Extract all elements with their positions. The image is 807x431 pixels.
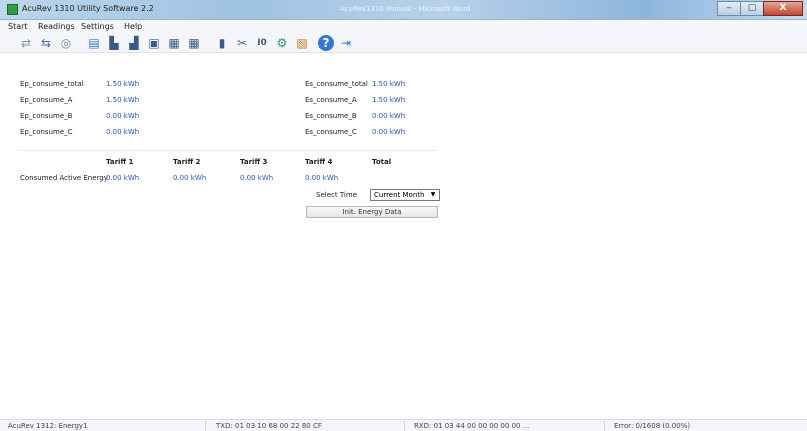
realtime-chart-icon[interactable]: ▤ bbox=[86, 35, 102, 51]
tariff-1-header: Tariff 1 bbox=[106, 158, 134, 166]
tariff-3-header: Tariff 3 bbox=[240, 158, 268, 166]
status-txd: TXD: 01 03 10 68 00 22 80 CF bbox=[216, 422, 322, 430]
es-c-value: 0.00 kWh bbox=[372, 128, 406, 136]
status-separator bbox=[604, 421, 605, 431]
search-device-icon[interactable]: ◎ bbox=[58, 35, 74, 51]
tariff-3-value: 0.00 kWh bbox=[240, 174, 274, 182]
disconnect-icon[interactable]: ⇆ bbox=[38, 35, 54, 51]
menu-bar: Start Readings Settings Help bbox=[0, 20, 807, 33]
maximize-button[interactable]: ▢ bbox=[740, 1, 764, 16]
device-icon[interactable]: ▮ bbox=[214, 35, 230, 51]
es-b-label: Es_consume_B bbox=[305, 112, 357, 120]
tariff-4-value: 0.00 kWh bbox=[305, 174, 339, 182]
energy-icon[interactable]: ▙ bbox=[106, 35, 122, 51]
es-a-value: 1.50 kWh bbox=[372, 96, 406, 104]
connect-icon[interactable]: ⇄ bbox=[18, 35, 34, 51]
demand-icon[interactable]: ▟ bbox=[126, 35, 142, 51]
menu-readings[interactable]: Readings bbox=[38, 22, 75, 31]
status-bar: AcuRev 1312: Energy1 TXD: 01 03 10 68 00… bbox=[0, 419, 807, 431]
ep-b-label: Ep_consume_B bbox=[20, 112, 73, 120]
select-time-dropdown[interactable]: Current Month ▼ bbox=[370, 189, 440, 201]
ep-c-label: Ep_consume_C bbox=[20, 128, 73, 136]
menu-settings[interactable]: Settings bbox=[81, 22, 114, 31]
status-rxd: RXD: 01 03 44 00 00 00 00 00 ... bbox=[414, 422, 530, 430]
exit-icon[interactable]: ⇥ bbox=[338, 35, 354, 51]
es-b-value: 0.00 kWh bbox=[372, 112, 406, 120]
ep-total-label: Ep_consume_total bbox=[20, 80, 84, 88]
app-icon bbox=[7, 4, 18, 15]
status-device: AcuRev 1312: Energy1 bbox=[8, 422, 88, 430]
gear-io-icon[interactable]: ⚙ bbox=[274, 35, 290, 51]
consumed-active-energy-label: Consumed Active Energy bbox=[20, 174, 108, 182]
status-error: Error: 0/1608 (0.00%) bbox=[614, 422, 691, 430]
tools-icon[interactable]: ✂ bbox=[234, 35, 250, 51]
select-time-label: Select Time bbox=[316, 191, 357, 199]
es-c-label: Es_consume_C bbox=[305, 128, 357, 136]
io-icon[interactable]: I0 bbox=[254, 35, 270, 51]
ep-a-label: Ep_consume_A bbox=[20, 96, 73, 104]
minimize-button[interactable]: ‒ bbox=[717, 1, 741, 16]
es-total-value: 1.50 kWh bbox=[372, 80, 406, 88]
init-energy-data-button[interactable]: Init. Energy Data bbox=[306, 206, 438, 218]
status-separator bbox=[205, 421, 206, 431]
total-header: Total bbox=[372, 158, 392, 166]
ep-total-value: 1.50 kWh bbox=[106, 80, 140, 88]
ep-b-value: 0.00 kWh bbox=[106, 112, 140, 120]
window-controls: ‒ ▢ X bbox=[717, 1, 803, 16]
tariff-2-header: Tariff 2 bbox=[173, 158, 201, 166]
schedule-icon[interactable]: ▦ bbox=[186, 35, 202, 51]
close-button[interactable]: X bbox=[763, 1, 803, 16]
es-a-label: Es_consume_A bbox=[305, 96, 357, 104]
image-icon[interactable]: ▧ bbox=[294, 35, 310, 51]
toolbar: ⇄ ⇆ ◎ ▤ ▙ ▟ ▣ ▦ ▦ ▮ ✂ I0 ⚙ ▧ ? ⇥ bbox=[0, 33, 807, 53]
calendar-icon[interactable]: ▦ bbox=[166, 35, 182, 51]
title-bar: AcuRev 1310 Utility Software 2.2 AcuRev1… bbox=[0, 0, 807, 20]
tariff-2-value: 0.00 kWh bbox=[173, 174, 207, 182]
tariff-1-value: 0.00 kWh bbox=[106, 174, 140, 182]
tariff-4-header: Tariff 4 bbox=[305, 158, 333, 166]
es-total-label: Es_consume_total bbox=[305, 80, 368, 88]
section-divider bbox=[18, 150, 436, 151]
window-title: AcuRev 1310 Utility Software 2.2 bbox=[22, 4, 154, 13]
ep-a-value: 1.50 kWh bbox=[106, 96, 140, 104]
help-icon[interactable]: ? bbox=[318, 35, 334, 51]
background-window-title: AcuRev1310 Manual - Microsoft Word bbox=[340, 5, 471, 13]
ep-c-value: 0.00 kWh bbox=[106, 128, 140, 136]
menu-help[interactable]: Help bbox=[124, 22, 142, 31]
record-icon[interactable]: ▣ bbox=[146, 35, 162, 51]
menu-start[interactable]: Start bbox=[8, 22, 28, 31]
select-time-value: Current Month bbox=[374, 191, 425, 199]
chevron-down-icon: ▼ bbox=[430, 191, 436, 198]
status-separator bbox=[404, 421, 405, 431]
